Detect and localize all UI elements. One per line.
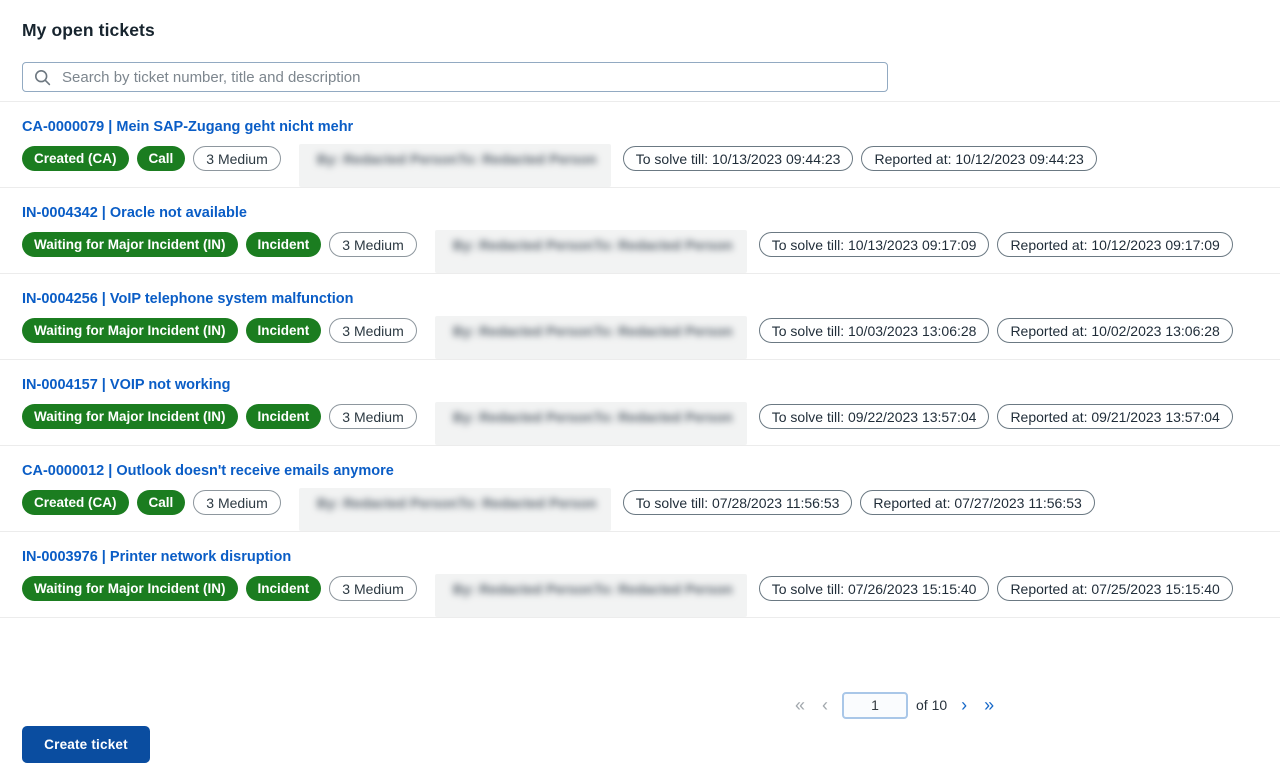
redacted-by: By: Redacted Person xyxy=(453,409,594,425)
status-badge: Waiting for Major Incident (IN) xyxy=(22,232,238,257)
pagination-first-button[interactable]: « xyxy=(791,692,809,718)
to-solve-badge: To solve till: 07/26/2023 15:15:40 xyxy=(759,576,990,601)
priority-badge: 3 Medium xyxy=(193,490,280,515)
reported-at-badge: Reported at: 07/25/2023 15:15:40 xyxy=(997,576,1232,601)
redacted-by: By: Redacted Person xyxy=(317,495,458,511)
ticket-title-link[interactable]: CA-0000012 | Outlook doesn't receive ema… xyxy=(22,464,394,479)
search-icon xyxy=(34,69,51,86)
to-solve-badge: To solve till: 10/13/2023 09:17:09 xyxy=(759,232,990,257)
ticket-title: Oracle not available xyxy=(110,205,247,221)
ticket-row: IN-0004342 | Oracle not available Waitin… xyxy=(0,188,1280,274)
ticket-title-separator: | xyxy=(104,463,116,479)
ticket-title-link[interactable]: IN-0003976 | Printer network disruption xyxy=(22,550,291,565)
ticket-id: IN-0004256 xyxy=(22,291,98,307)
ticket-title: VoIP telephone system malfunction xyxy=(110,291,354,307)
ticket-title-link[interactable]: IN-0004256 | VoIP telephone system malfu… xyxy=(22,292,354,307)
ticket-title-link[interactable]: CA-0000079 | Mein SAP-Zugang geht nicht … xyxy=(22,120,353,135)
redacted-names: By: Redacted Person To: Redacted Person xyxy=(435,232,747,257)
ticket-list: CA-0000079 | Mein SAP-Zugang geht nicht … xyxy=(0,102,1280,618)
ticket-title: VOIP not working xyxy=(110,377,231,393)
create-ticket-button[interactable]: Create ticket xyxy=(22,726,150,763)
ticket-row: IN-0003976 | Printer network disruption … xyxy=(0,532,1280,618)
pagination-prev-button[interactable]: ‹ xyxy=(818,692,832,718)
status-badge: Waiting for Major Incident (IN) xyxy=(22,404,238,429)
ticket-id: IN-0004342 xyxy=(22,205,98,221)
ticket-title-separator: | xyxy=(98,377,110,393)
ticket-id: IN-0003976 xyxy=(22,549,98,565)
type-badge: Incident xyxy=(246,576,322,601)
reported-at-badge: Reported at: 07/27/2023 11:56:53 xyxy=(860,490,1094,515)
redacted-names: By: Redacted Person To: Redacted Person xyxy=(435,404,747,429)
ticket-title-separator: | xyxy=(104,119,116,135)
page-header: My open tickets xyxy=(0,0,1280,102)
ticket-row: CA-0000079 | Mein SAP-Zugang geht nicht … xyxy=(0,102,1280,188)
ticket-badges: Created (CA) Call 3 Medium By: Redacted … xyxy=(22,146,1258,171)
ticket-id: IN-0004157 xyxy=(22,377,98,393)
status-badge: Created (CA) xyxy=(22,146,129,171)
type-badge: Incident xyxy=(246,232,322,257)
to-solve-badge: To solve till: 09/22/2023 13:57:04 xyxy=(759,404,990,429)
pagination-total-label: of 10 xyxy=(916,697,947,713)
redacted-by: By: Redacted Person xyxy=(453,581,594,597)
ticket-title-separator: | xyxy=(98,549,110,565)
ticket-id: CA-0000079 xyxy=(22,119,104,135)
ticket-badges: Waiting for Major Incident (IN) Incident… xyxy=(22,232,1258,257)
pagination-page-input[interactable] xyxy=(842,692,908,719)
priority-badge: 3 Medium xyxy=(193,146,280,171)
priority-badge: 3 Medium xyxy=(329,232,416,257)
ticket-title-link[interactable]: IN-0004157 | VOIP not working xyxy=(22,378,230,393)
pagination: « ‹ of 10 › » xyxy=(791,691,998,719)
priority-badge: 3 Medium xyxy=(329,404,416,429)
page-title: My open tickets xyxy=(22,20,1280,41)
type-badge: Call xyxy=(137,490,186,515)
ticket-badges: Created (CA) Call 3 Medium By: Redacted … xyxy=(22,490,1258,515)
ticket-title: Mein SAP-Zugang geht nicht mehr xyxy=(116,119,353,135)
search-input[interactable] xyxy=(62,69,876,86)
type-badge: Incident xyxy=(246,404,322,429)
status-badge: Waiting for Major Incident (IN) xyxy=(22,576,238,601)
reported-at-badge: Reported at: 10/12/2023 09:17:09 xyxy=(997,232,1232,257)
redacted-names: By: Redacted Person To: Redacted Person xyxy=(299,490,611,515)
redacted-to: To: Redacted Person xyxy=(594,237,733,253)
status-badge: Created (CA) xyxy=(22,490,129,515)
reported-at-badge: Reported at: 09/21/2023 13:57:04 xyxy=(997,404,1232,429)
reported-at-badge: Reported at: 10/02/2023 13:06:28 xyxy=(997,318,1232,343)
ticket-id: CA-0000012 xyxy=(22,463,104,479)
redacted-by: By: Redacted Person xyxy=(453,237,594,253)
to-solve-badge: To solve till: 10/13/2023 09:44:23 xyxy=(623,146,854,171)
redacted-by: By: Redacted Person xyxy=(317,151,458,167)
reported-at-badge: Reported at: 10/12/2023 09:44:23 xyxy=(861,146,1096,171)
pagination-last-button[interactable]: » xyxy=(980,692,998,718)
priority-badge: 3 Medium xyxy=(329,318,416,343)
ticket-title-separator: | xyxy=(98,205,110,221)
ticket-badges: Waiting for Major Incident (IN) Incident… xyxy=(22,318,1258,343)
pagination-next-button[interactable]: › xyxy=(957,692,971,718)
ticket-badges: Waiting for Major Incident (IN) Incident… xyxy=(22,576,1258,601)
redacted-to: To: Redacted Person xyxy=(594,581,733,597)
ticket-title-link[interactable]: IN-0004342 | Oracle not available xyxy=(22,206,247,221)
redacted-names: By: Redacted Person To: Redacted Person xyxy=(435,318,747,343)
redacted-names: By: Redacted Person To: Redacted Person xyxy=(435,576,747,601)
ticket-row: CA-0000012 | Outlook doesn't receive ema… xyxy=(0,446,1280,532)
search-box[interactable] xyxy=(22,62,888,92)
type-badge: Call xyxy=(137,146,186,171)
type-badge: Incident xyxy=(246,318,322,343)
to-solve-badge: To solve till: 07/28/2023 11:56:53 xyxy=(623,490,853,515)
redacted-to: To: Redacted Person xyxy=(458,495,597,511)
ticket-title-separator: | xyxy=(98,291,110,307)
priority-badge: 3 Medium xyxy=(329,576,416,601)
ticket-badges: Waiting for Major Incident (IN) Incident… xyxy=(22,404,1258,429)
redacted-to: To: Redacted Person xyxy=(594,323,733,339)
redacted-to: To: Redacted Person xyxy=(458,151,597,167)
status-badge: Waiting for Major Incident (IN) xyxy=(22,318,238,343)
to-solve-badge: To solve till: 10/03/2023 13:06:28 xyxy=(759,318,990,343)
redacted-to: To: Redacted Person xyxy=(594,409,733,425)
redacted-names: By: Redacted Person To: Redacted Person xyxy=(299,146,611,171)
ticket-title: Printer network disruption xyxy=(110,549,291,565)
ticket-title: Outlook doesn't receive emails anymore xyxy=(116,463,393,479)
redacted-by: By: Redacted Person xyxy=(453,323,594,339)
ticket-row: IN-0004256 | VoIP telephone system malfu… xyxy=(0,274,1280,360)
ticket-row: IN-0004157 | VOIP not working Waiting fo… xyxy=(0,360,1280,446)
